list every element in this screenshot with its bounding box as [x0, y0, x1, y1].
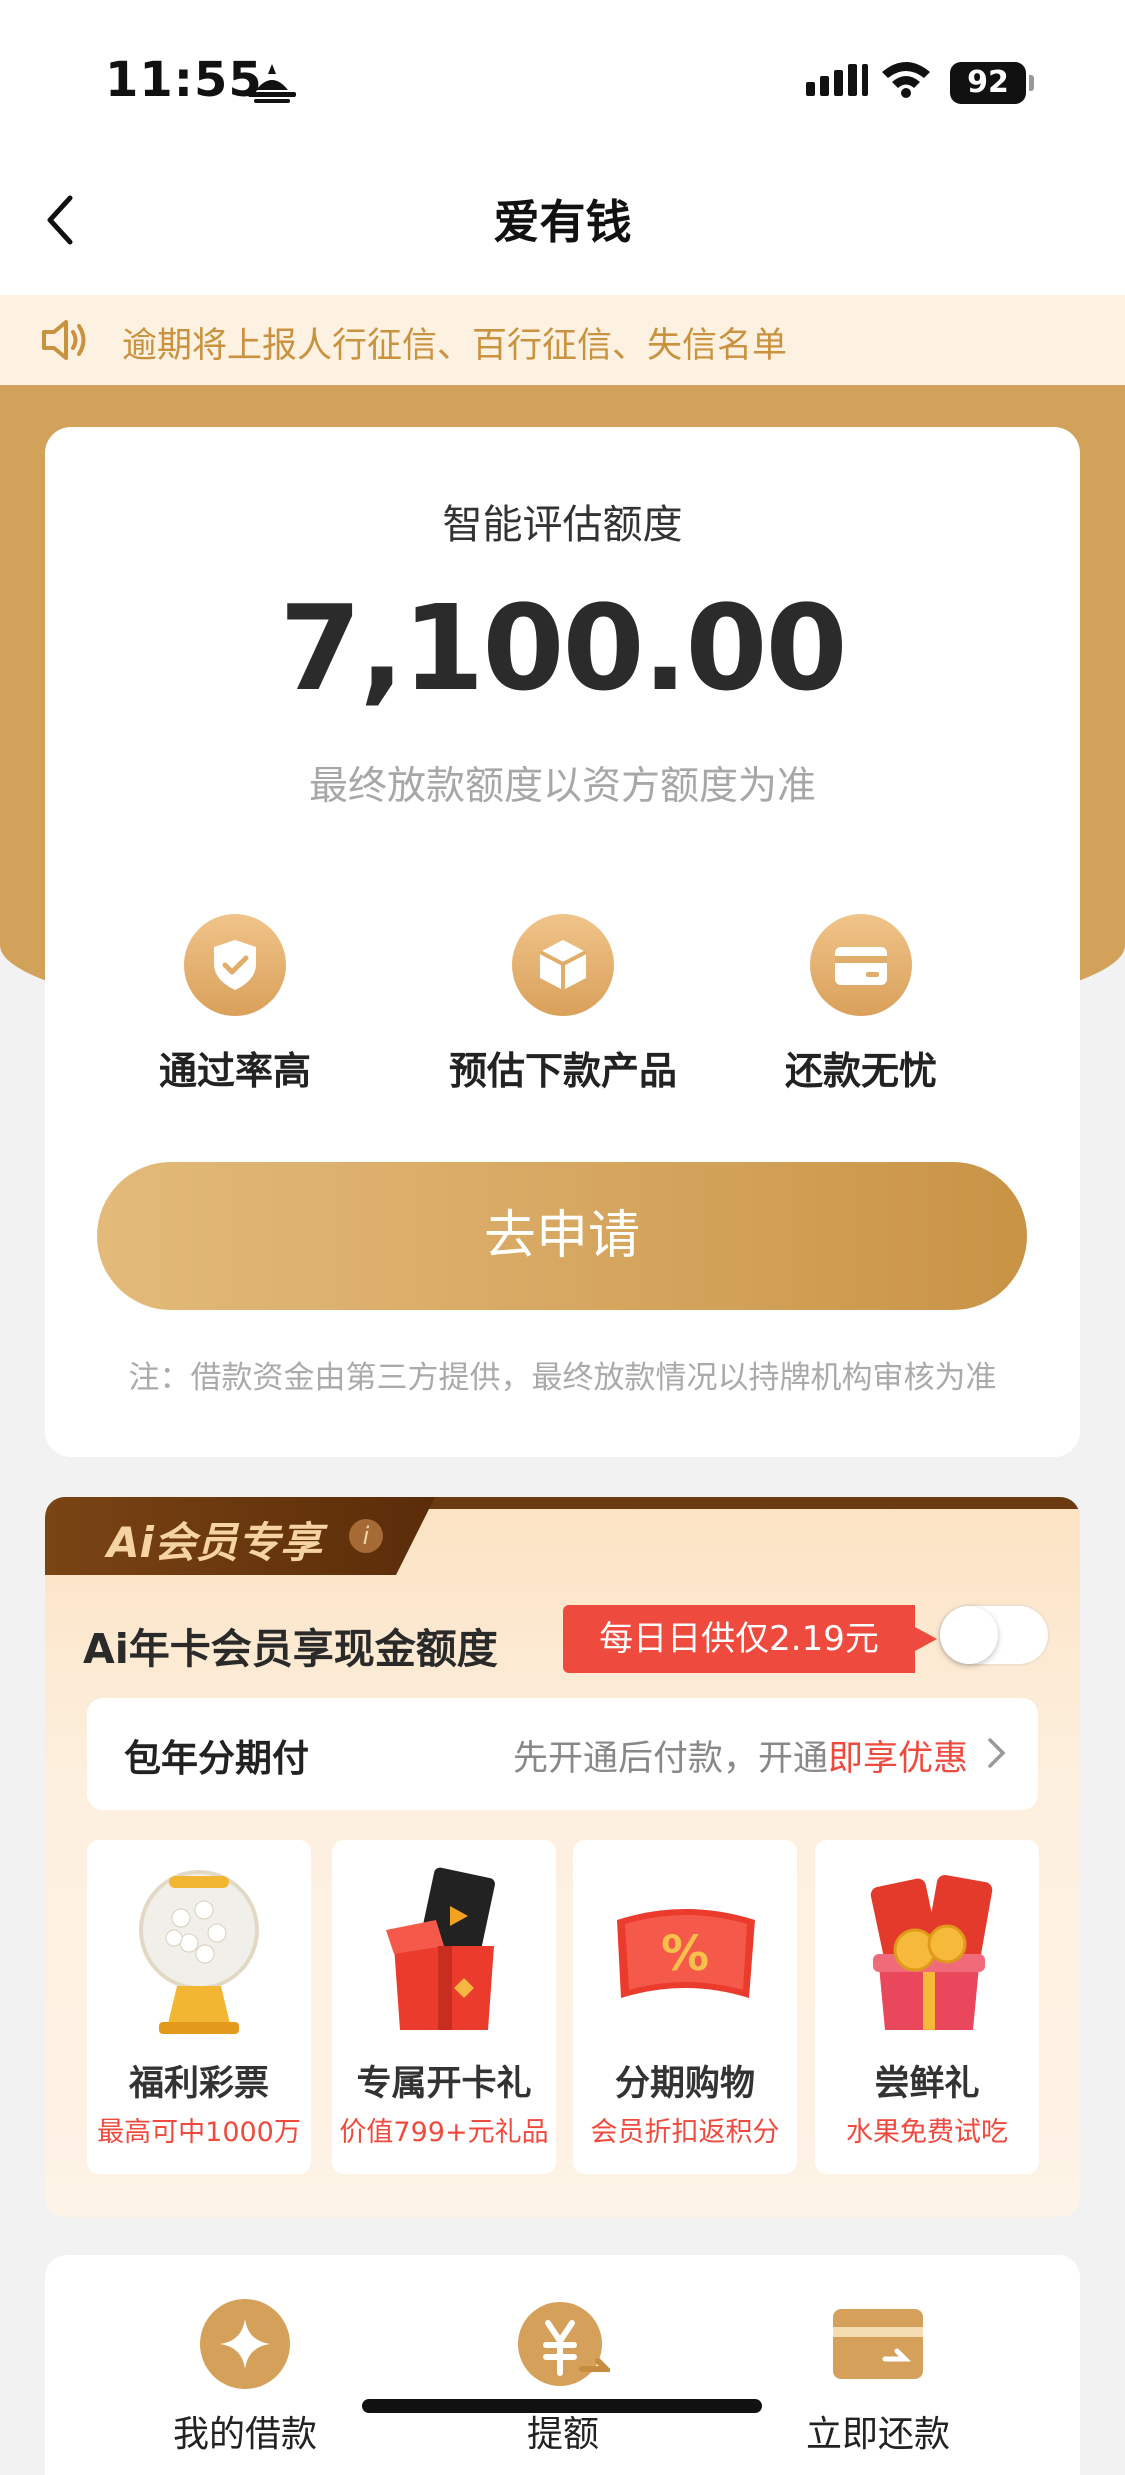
- card-icon: [810, 914, 912, 1016]
- credit-card: 智能评估额度 7,100.00 最终放款额度以资方额度为准 通过率高 预估下款产…: [45, 427, 1080, 1457]
- battery-indicator: 92: [950, 62, 1026, 104]
- member-panel: Ai会员专享 i Ai年卡会员享现金额度 每日日供仅2.19元 包年分期付 先开…: [45, 1497, 1080, 2217]
- feature-label: 预估下款产品: [448, 1049, 677, 1093]
- chevron-right-icon: [988, 1738, 1006, 1768]
- benefit-name: 尝鲜礼: [874, 2064, 980, 2104]
- benefit-lottery[interactable]: 福利彩票 最高可中1000万: [87, 1840, 311, 2174]
- nav-bar: 爱有钱: [0, 150, 1125, 295]
- yuan-coin-icon: [516, 2297, 614, 2391]
- status-time: 11:55: [105, 52, 263, 108]
- annual-installment-row[interactable]: 包年分期付 先开通后付款，开通即享优惠: [87, 1698, 1038, 1810]
- home-indicator[interactable]: [362, 2399, 762, 2413]
- wifi-icon: [882, 62, 930, 98]
- wallet-icon: [831, 2297, 925, 2391]
- member-title: Ai年卡会员享现金额度: [83, 1625, 498, 1673]
- credit-note: 最终放款额度以资方额度为准: [308, 764, 816, 809]
- info-icon[interactable]: i: [349, 1519, 383, 1553]
- notice-text: 逾期将上报人行征信、百行征信、失信名单: [122, 326, 788, 366]
- star-coin-icon: [198, 2297, 292, 2391]
- feature-easy-repay: 还款无忧: [711, 914, 1011, 1095]
- benefit-sub: 最高可中1000万: [97, 2117, 301, 2148]
- pay-row-desc: 先开通后付款，开通即享优惠: [512, 1739, 968, 1779]
- member-tab-label: Ai会员专享: [107, 1518, 322, 1567]
- lottery-icon: [139, 1870, 259, 2034]
- benefit-sub: 会员折扣返积分: [590, 2117, 780, 2148]
- feature-estimate-products: 预估下款产品: [413, 914, 713, 1095]
- speaker-icon: [42, 320, 86, 360]
- pay-row-highlight: 即享优惠: [827, 1739, 968, 1779]
- coupon-icon: %: [617, 1909, 755, 1998]
- benefit-name: 专属开卡礼: [356, 2064, 532, 2104]
- notice-bar: 逾期将上报人行征信、百行征信、失信名单: [0, 295, 1125, 385]
- pay-row-title: 包年分期付: [124, 1737, 309, 1780]
- benefit-installment-shopping[interactable]: % 分期购物 会员折扣返积分: [573, 1840, 797, 2174]
- benefit-name: 分期购物: [614, 2064, 755, 2104]
- benefit-sub: 水果免费试吃: [846, 2117, 1008, 2148]
- member-toggle[interactable]: [938, 1604, 1050, 1666]
- feature-high-pass-rate: 通过率高: [85, 914, 385, 1095]
- benefit-sub: 价值799+元礼品: [339, 2117, 549, 2148]
- toggle-knob: [940, 1606, 998, 1664]
- apply-button[interactable]: 去申请: [97, 1162, 1027, 1310]
- disclaimer-text: 注：借款资金由第三方提供，最终放款情况以持牌机构审核为准: [128, 1360, 997, 1396]
- svg-text:%: %: [661, 1926, 709, 1982]
- benefit-tasting-gift[interactable]: 尝鲜礼 水果免费试吃: [815, 1840, 1039, 2174]
- box-icon: [512, 914, 614, 1016]
- tab-my-loans[interactable]: 我的借款: [125, 2297, 365, 2457]
- shield-check-icon: [184, 914, 286, 1016]
- battery-tip: [1029, 75, 1034, 91]
- bottom-actions: 我的借款 提额 立即还款: [45, 2255, 1080, 2475]
- benefit-card-gift[interactable]: 专属开卡礼 价值799+元礼品: [332, 1840, 556, 2174]
- sleep-mode-icon: [248, 64, 296, 103]
- credit-label: 智能评估额度: [442, 502, 683, 548]
- feature-label: 通过率高: [158, 1049, 311, 1093]
- red-packet-icon: [870, 1875, 993, 2030]
- page-title: 爱有钱: [493, 195, 632, 249]
- tab-raise-limit[interactable]: 提额: [443, 2297, 683, 2457]
- credit-amount: 7,100.00: [279, 579, 847, 717]
- daily-price-badge: 每日日供仅2.19元: [563, 1605, 937, 1673]
- feature-label: 还款无忧: [784, 1049, 937, 1093]
- benefit-name: 福利彩票: [128, 2064, 269, 2104]
- status-bar: 11:55 92: [0, 0, 1125, 150]
- tab-label: 我的借款: [172, 2414, 317, 2455]
- tab-label: 立即还款: [805, 2414, 950, 2455]
- tab-repay-now[interactable]: 立即还款: [758, 2297, 998, 2457]
- gift-box-icon: [386, 1867, 495, 2030]
